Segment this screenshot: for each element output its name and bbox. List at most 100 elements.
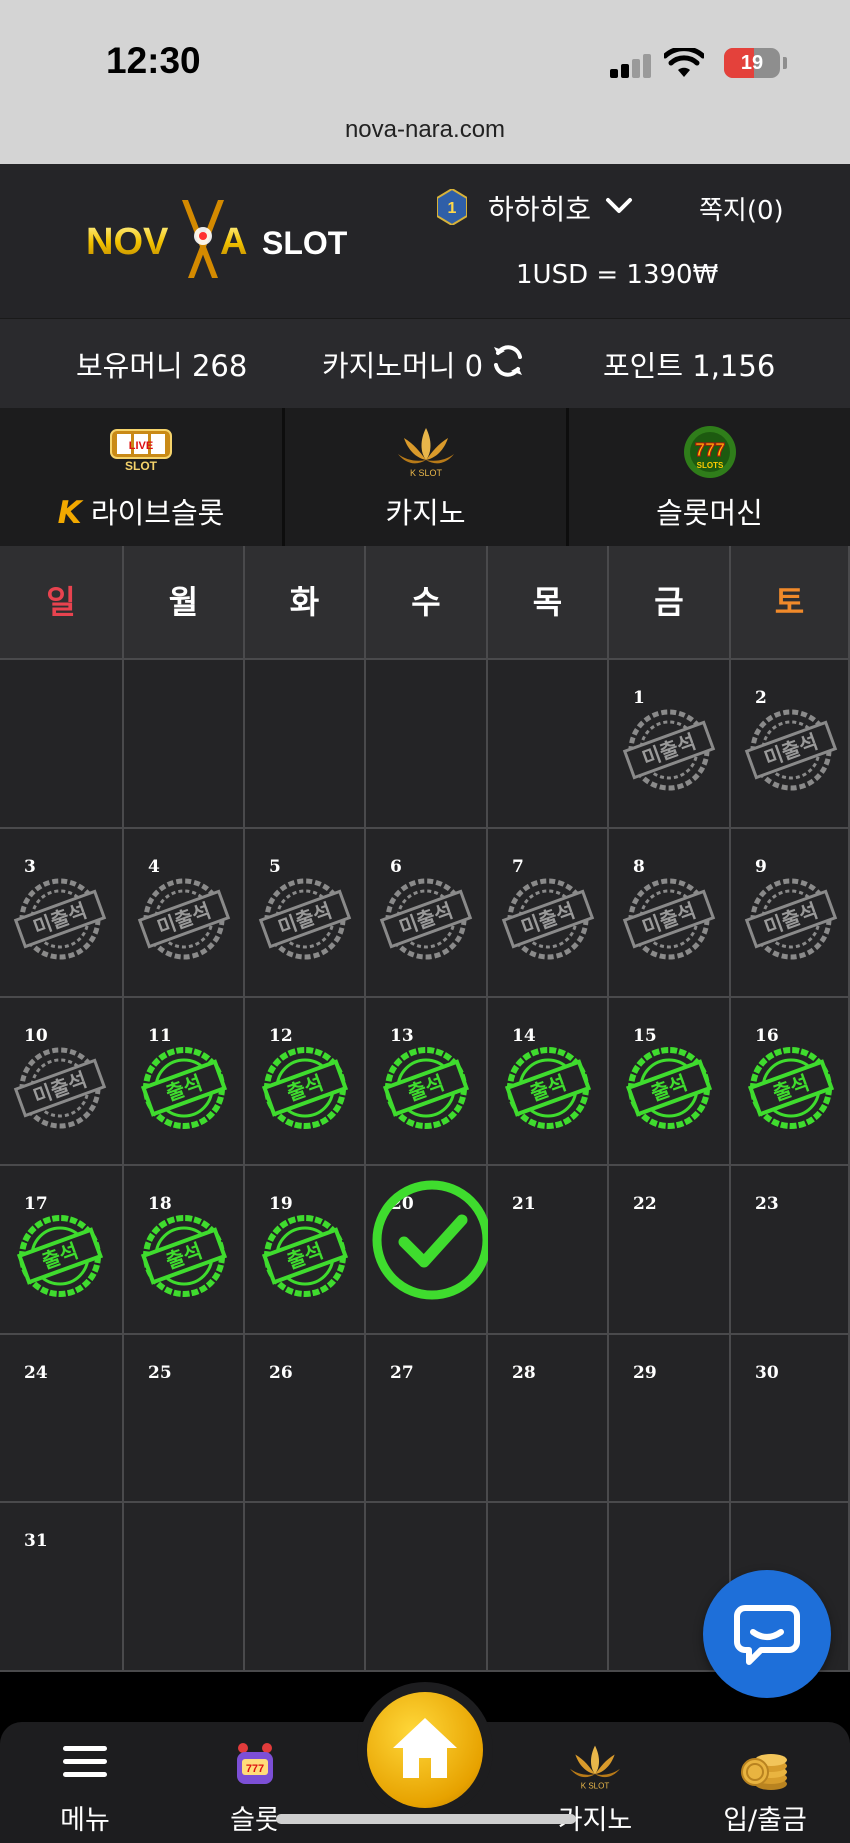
svg-text:출석: 출석 xyxy=(163,1070,206,1105)
home-button-wrap xyxy=(357,1682,493,1818)
weekday-wed: 수 xyxy=(366,546,486,658)
calendar-day: 28 xyxy=(488,1335,607,1501)
calendar-day: 출석 12 xyxy=(245,998,364,1164)
calendar-day: 미출석 8 xyxy=(609,829,729,996)
weekday-sun: 일 xyxy=(0,546,122,658)
memo-link[interactable]: 쪽지(0) xyxy=(699,190,784,227)
day-number: 25 xyxy=(148,1363,172,1383)
site-header: NOV A SLOT 1 하하히호 쪽지(0) 1USD = 1390₩ xyxy=(0,164,850,318)
absent-stamp-icon: 미출석 xyxy=(501,878,595,960)
calendar-empty-cell xyxy=(366,660,486,827)
calendar-day: 출석 14 xyxy=(488,998,607,1164)
tab-live-slot[interactable]: LIVE SLOT K 라이브슬롯 xyxy=(0,408,282,546)
day-number: 18 xyxy=(148,1194,172,1214)
absent-stamp-icon: 미출석 xyxy=(622,709,716,791)
calendar-day: 출석 18 xyxy=(124,1166,243,1333)
nav-slot[interactable]: 777 슬롯 xyxy=(170,1722,340,1843)
svg-text:SLOT: SLOT xyxy=(125,459,158,473)
balance-bar: 보유머니 268 카지노머니 0 포인트 1,156 xyxy=(0,318,850,408)
nova-slot-logo[interactable]: NOV A SLOT xyxy=(86,194,376,284)
tab-casino[interactable]: K SLOT 카지노 xyxy=(285,408,566,546)
present-stamp-icon: 출석 xyxy=(16,1215,104,1297)
chevron-down-icon[interactable] xyxy=(604,194,634,218)
calendar-day: 미출석 4 xyxy=(124,829,243,996)
home-button[interactable] xyxy=(367,1692,483,1808)
day-number: 23 xyxy=(755,1194,779,1214)
day-number: 22 xyxy=(633,1194,657,1214)
calendar-empty-cell xyxy=(366,1503,486,1670)
tab-label-casino: 카지노 xyxy=(385,496,466,530)
absent-stamp-icon: 미출석 xyxy=(622,878,716,960)
calendar-day: 27 xyxy=(366,1335,486,1501)
status-bar: 12:30 19 nova-nara.com xyxy=(0,0,850,164)
calendar-day: 22 xyxy=(609,1166,729,1333)
weekday-sat: 토 xyxy=(731,546,848,658)
present-stamp-icon: 출석 xyxy=(747,1047,835,1129)
calendar-day: 미출석 7 xyxy=(488,829,607,996)
day-number: 21 xyxy=(512,1194,536,1214)
tab-label-slot-machine: 슬롯머신 xyxy=(656,496,763,530)
calendar-day: 미출석 3 xyxy=(0,829,122,996)
day-number: 27 xyxy=(390,1363,414,1383)
nav-deposit-withdraw[interactable]: 입/출금 xyxy=(680,1722,850,1843)
weekday-mon: 월 xyxy=(124,546,243,658)
calendar-empty-cell xyxy=(124,660,243,827)
tab-slot-machine[interactable]: 777 SLOTS 슬롯머신 xyxy=(569,408,850,546)
attendance-calendar: 일월화수목금토 미출석 1 미출석 2 미출석 3 미출석 4 미출석 5 미출… xyxy=(0,546,850,1672)
svg-text:K SLOT: K SLOT xyxy=(581,1781,610,1790)
calendar-empty-cell xyxy=(0,660,122,827)
present-stamp-icon: 출석 xyxy=(140,1215,228,1297)
present-stamp-icon: 출석 xyxy=(261,1215,349,1297)
coins-icon xyxy=(741,1754,787,1790)
777-slots-icon: 777 SLOTS xyxy=(683,426,736,478)
calendar-day: 29 xyxy=(609,1335,729,1501)
calendar-day: 출석 15 xyxy=(609,998,729,1164)
day-number: 17 xyxy=(24,1194,48,1214)
nav-menu[interactable]: 메뉴 xyxy=(0,1722,170,1843)
day-number: 1 xyxy=(633,688,645,708)
day-number: 26 xyxy=(269,1363,293,1383)
refresh-icon[interactable] xyxy=(490,343,526,379)
calendar-day: 26 xyxy=(245,1335,364,1501)
absent-stamp-icon: 미출석 xyxy=(379,878,473,960)
calendar-day: 30 xyxy=(731,1335,848,1501)
svg-text:A: A xyxy=(220,221,247,263)
nav-label-deposit-withdraw: 입/출금 xyxy=(723,1805,807,1836)
weekday-tue: 화 xyxy=(245,546,364,658)
nav-label-menu: 메뉴 xyxy=(60,1805,110,1836)
svg-text:출석: 출석 xyxy=(39,1238,82,1273)
calendar-day: 출석 19 xyxy=(245,1166,364,1333)
absent-stamp-icon: 미출석 xyxy=(744,709,838,791)
svg-text:출석: 출석 xyxy=(284,1070,327,1105)
svg-text:K SLOT: K SLOT xyxy=(409,468,442,478)
calendar-day: 출석 11 xyxy=(124,998,243,1164)
calendar-day: 출석 16 xyxy=(731,998,848,1164)
day-number: 28 xyxy=(512,1363,536,1383)
svg-text:출석: 출석 xyxy=(284,1238,327,1273)
svg-text:NOV: NOV xyxy=(86,221,169,263)
slot-machine-icon: 777 xyxy=(237,1743,273,1784)
calendar-day: 미출석 6 xyxy=(366,829,486,996)
present-stamp-icon: 출석 xyxy=(261,1047,349,1129)
nav-casino[interactable]: K SLOT 카지노 xyxy=(510,1722,680,1843)
svg-text:출석: 출석 xyxy=(405,1070,448,1105)
holding-money: 보유머니 268 xyxy=(76,349,248,383)
day-number: 31 xyxy=(24,1531,48,1551)
day-number: 4 xyxy=(148,857,160,877)
day-number: 6 xyxy=(390,857,402,877)
calendar-day: 미출석 1 xyxy=(609,660,729,827)
calendar-day: 20 xyxy=(366,1166,492,1333)
day-number: 8 xyxy=(633,857,645,877)
svg-text:출석: 출석 xyxy=(770,1070,813,1105)
day-number: 13 xyxy=(390,1026,414,1046)
chat-button[interactable] xyxy=(703,1570,831,1698)
username[interactable]: 하하히호 xyxy=(488,188,591,228)
absent-stamp-icon: 미출석 xyxy=(744,878,838,960)
calendar-day: 31 xyxy=(0,1503,122,1670)
svg-text:출석: 출석 xyxy=(527,1070,570,1105)
level-badge-icon: 1 xyxy=(437,189,467,225)
points: 포인트 1,156 xyxy=(603,349,776,383)
casino-money: 카지노머니 0 xyxy=(322,349,484,383)
url-bar[interactable]: nova-nara.com xyxy=(0,116,850,144)
home-indicator xyxy=(276,1814,576,1824)
